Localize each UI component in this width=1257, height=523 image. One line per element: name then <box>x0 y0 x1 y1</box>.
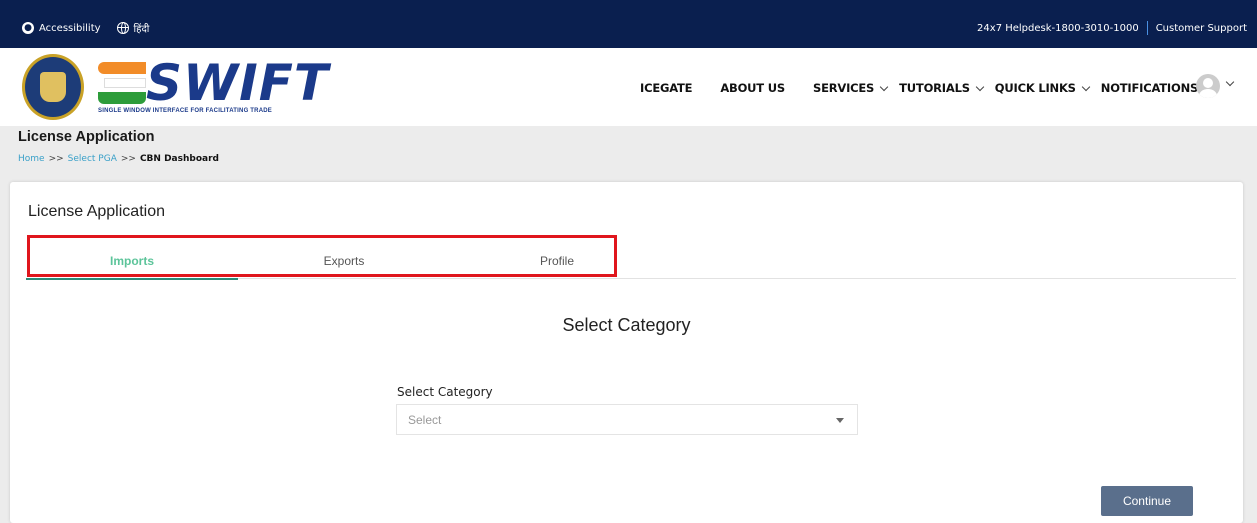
swift-wordmark: SWIFT <box>146 54 330 112</box>
globe-icon <box>116 22 129 34</box>
license-application-card: License Application Imports Exports Prof… <box>10 182 1243 523</box>
accessibility-link[interactable]: ● Accessibility <box>22 22 101 34</box>
chevron-down-icon <box>1081 82 1091 91</box>
page-title-strip: License Application Home >> Select PGA >… <box>0 126 1257 182</box>
nav-tutorials[interactable]: TUTORIALS <box>899 81 985 95</box>
swift-tagline: SINGLE WINDOW INTERFACE FOR FACILITATING… <box>98 108 272 114</box>
customer-support-link[interactable]: Customer Support <box>1156 23 1247 34</box>
section-title: Select Category <box>562 315 691 335</box>
top-utility-bar: ● Accessibility हिंदी 24x7 Helpdesk-1800… <box>0 0 1257 48</box>
breadcrumb-current: CBN Dashboard <box>139 154 219 164</box>
customs-emblem-logo <box>22 54 84 120</box>
swift-logo[interactable]: SWIFT SINGLE WINDOW INTERFACE FOR FACILI… <box>98 54 328 118</box>
accessibility-icon: ● <box>22 22 34 34</box>
page-title: License Application <box>18 129 155 145</box>
chevron-down-icon[interactable] <box>1225 77 1235 87</box>
flag-stripes-icon <box>98 62 146 106</box>
user-avatar[interactable] <box>1196 74 1220 98</box>
nav-services[interactable]: SERVICES <box>813 81 889 95</box>
tabs-highlight-annotation <box>27 235 617 277</box>
accessibility-label: Accessibility <box>39 22 101 34</box>
category-select-value: Select <box>408 412 442 427</box>
nav-quick-links[interactable]: QUICK LINKS <box>995 81 1091 95</box>
breadcrumb-home[interactable]: Home <box>18 154 45 164</box>
language-label: हिंदी <box>133 24 150 35</box>
caret-down-icon <box>836 418 844 423</box>
breadcrumb: Home >> Select PGA >> CBN Dashboard <box>18 154 219 164</box>
nav-icegate[interactable]: ICEGATE <box>640 81 693 95</box>
main-nav: ICEGATE ABOUT US SERVICES TUTORIALS QUIC… <box>640 81 1223 95</box>
chevron-down-icon <box>975 82 985 91</box>
category-select[interactable]: Select <box>396 404 858 435</box>
breadcrumb-select-pga[interactable]: Select PGA <box>68 154 117 164</box>
nav-about-us[interactable]: ABOUT US <box>720 81 785 95</box>
breadcrumb-separator: >> <box>48 154 64 164</box>
chevron-down-icon <box>879 82 889 91</box>
nav-notifications[interactable]: NOTIFICATIONS <box>1101 81 1213 95</box>
helpdesk-text: 24x7 Helpdesk-1800-3010-1000 <box>977 22 1139 34</box>
continue-button[interactable]: Continue <box>1101 486 1193 516</box>
divider <box>1146 21 1148 35</box>
category-field-label: Select Category <box>397 385 493 399</box>
site-header: SWIFT SINGLE WINDOW INTERFACE FOR FACILI… <box>0 48 1257 126</box>
language-toggle[interactable]: हिंदी <box>116 21 150 35</box>
card-title: License Application <box>28 203 165 220</box>
breadcrumb-separator: >> <box>120 154 136 164</box>
